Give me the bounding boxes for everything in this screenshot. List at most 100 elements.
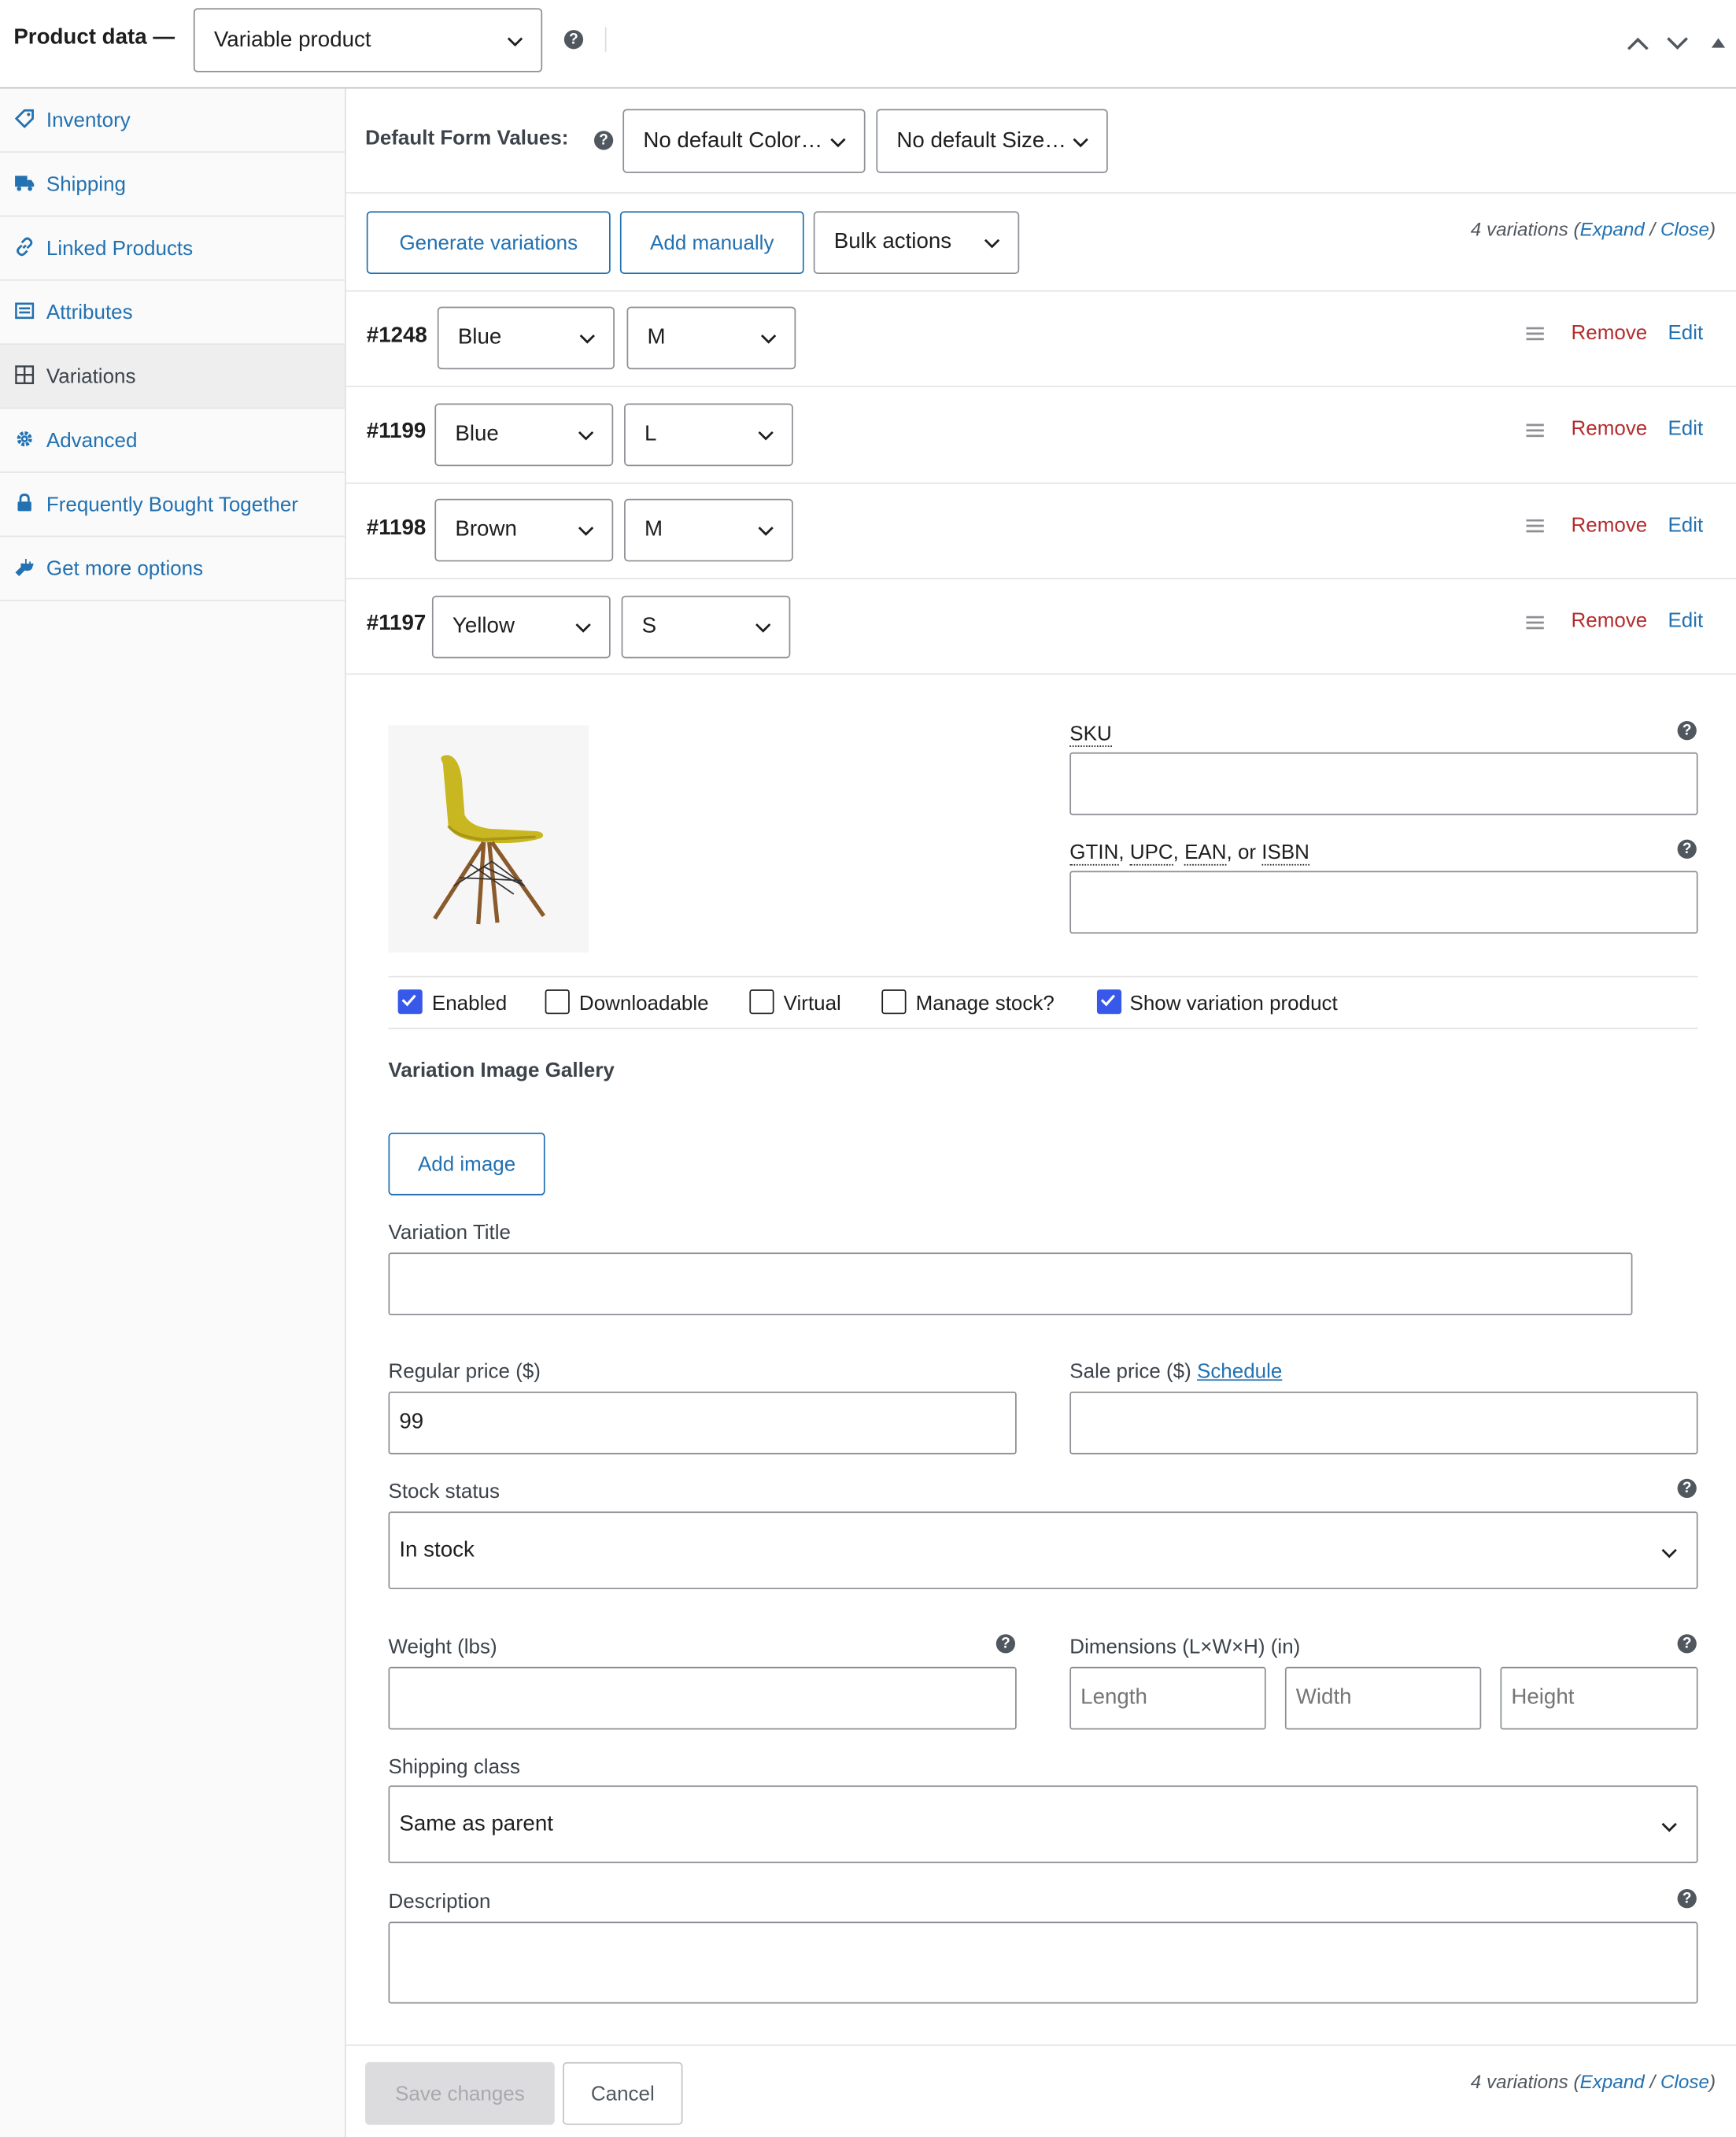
downloadable-checkbox[interactable] [545, 989, 570, 1015]
variation-size-select[interactable]: M [626, 306, 796, 370]
help-icon[interactable]: ? [563, 30, 584, 50]
width-input[interactable]: Width [1284, 1666, 1482, 1730]
help-icon[interactable]: ? [593, 131, 614, 150]
sku-label: SKU [1069, 722, 1112, 747]
separator: / [1644, 2070, 1661, 2093]
variation-title-input[interactable] [388, 1252, 1633, 1315]
help-icon[interactable]: ? [1677, 1478, 1697, 1499]
variation-size-select[interactable]: S [621, 595, 791, 659]
help-icon[interactable]: ? [1677, 1634, 1697, 1654]
shipping-class-select[interactable]: Same as parent [388, 1785, 1698, 1864]
expand-link[interactable]: Expand [1580, 218, 1645, 240]
variation-size-select[interactable]: M [624, 498, 793, 562]
variation-id: #1248 [366, 324, 427, 348]
tab-variations[interactable]: Variations [0, 345, 345, 409]
variation-color-select[interactable]: Brown [434, 498, 614, 562]
remove-link[interactable]: Remove [1572, 417, 1648, 440]
chevron-up-icon[interactable] [1626, 34, 1650, 53]
paren: ) [1708, 2070, 1716, 2093]
add-manually-button[interactable]: Add manually [619, 211, 804, 275]
add-image-button[interactable]: Add image [388, 1132, 545, 1196]
length-input[interactable]: Length [1069, 1666, 1266, 1730]
default-form-values-label: Default Form Values: [365, 127, 569, 150]
link-icon [17, 237, 33, 257]
chevron-down-icon [578, 431, 594, 441]
chevron-down-icon [578, 527, 594, 536]
tab-shipping[interactable]: Shipping [0, 153, 345, 217]
help-icon[interactable]: ? [995, 1634, 1016, 1654]
variation-size-select[interactable]: L [624, 403, 793, 467]
regular-price-input[interactable]: 99 [388, 1391, 1017, 1455]
regular-price-label: Regular price ($) [388, 1360, 541, 1384]
virtual-checkbox[interactable] [749, 989, 774, 1015]
tab-attributes[interactable]: Attributes [0, 281, 345, 346]
manage-stock-checkbox[interactable] [881, 989, 907, 1015]
product-data-title: Product data — [13, 25, 175, 50]
drag-handle-icon[interactable] [1526, 327, 1544, 341]
enabled-checkbox[interactable] [397, 989, 423, 1015]
edit-link[interactable]: Edit [1668, 322, 1703, 345]
drag-handle-icon[interactable] [1526, 423, 1544, 438]
edit-link[interactable]: Edit [1668, 514, 1703, 537]
tab-label: Attributes [46, 300, 133, 324]
help-icon[interactable]: ? [1677, 839, 1697, 859]
tag-icon [15, 109, 34, 128]
edit-link[interactable]: Edit [1668, 609, 1703, 632]
variation-color-select[interactable]: Blue [434, 403, 614, 467]
upc-abbr: UPC [1129, 841, 1173, 866]
remove-link[interactable]: Remove [1572, 609, 1648, 632]
stock-status-select[interactable]: In stock [388, 1511, 1698, 1590]
show-variation-checkbox[interactable] [1096, 989, 1122, 1015]
tab-frequently-bought-together[interactable]: Frequently Bought Together [0, 473, 345, 538]
gtin-label: GTIN, UPC, EAN, or ISBN [1069, 841, 1309, 866]
tab-get-more-options[interactable]: Get more options [0, 537, 345, 601]
save-changes-button[interactable]: Save changes [365, 2061, 555, 2125]
cancel-button[interactable]: Cancel [563, 2061, 683, 2125]
height-placeholder: Height [1511, 1685, 1575, 1710]
truck-icon [15, 176, 35, 191]
drag-handle-icon[interactable] [1526, 616, 1544, 630]
tab-advanced[interactable]: Advanced [0, 409, 345, 473]
bulk-actions-select[interactable]: Bulk actions [813, 211, 1020, 275]
grid-icon [15, 365, 35, 385]
variation-image[interactable] [388, 725, 589, 953]
close-link[interactable]: Close [1660, 2070, 1709, 2092]
chevron-down-icon [579, 334, 595, 344]
close-link[interactable]: Close [1660, 218, 1709, 240]
plugin-icon [15, 558, 34, 576]
edit-link[interactable]: Edit [1668, 417, 1703, 440]
collapse-triangle-icon[interactable] [1710, 34, 1727, 50]
expand-link[interactable]: Expand [1580, 2070, 1645, 2092]
gtin-input[interactable] [1069, 871, 1698, 934]
chevron-down-icon [1661, 1548, 1677, 1558]
weight-input[interactable] [388, 1666, 1017, 1730]
remove-link[interactable]: Remove [1572, 322, 1648, 345]
divider [345, 673, 1736, 675]
product-type-select[interactable]: Variable product [193, 8, 543, 72]
sale-price-input[interactable] [1069, 1391, 1698, 1455]
schedule-link[interactable]: Schedule [1197, 1360, 1282, 1383]
chevron-down-icon[interactable] [1665, 34, 1690, 53]
variation-color-select[interactable]: Blue [437, 306, 615, 370]
default-color-select[interactable]: No default Color… [622, 109, 866, 173]
ean-abbr: EAN [1184, 841, 1227, 866]
sale-price-text: Sale price ($) [1069, 1360, 1191, 1384]
generate-variations-button[interactable]: Generate variations [366, 211, 611, 275]
description-textarea[interactable] [388, 1921, 1698, 2004]
remove-link[interactable]: Remove [1572, 514, 1648, 537]
tab-label: Shipping [46, 172, 126, 196]
variation-size-value: M [645, 518, 663, 542]
sku-input[interactable] [1069, 752, 1698, 815]
tab-linked-products[interactable]: Linked Products [0, 216, 345, 281]
default-size-select[interactable]: No default Size… [876, 109, 1108, 173]
drag-handle-icon[interactable] [1526, 519, 1544, 533]
height-input[interactable]: Height [1500, 1666, 1698, 1730]
tab-inventory[interactable]: Inventory [0, 89, 345, 153]
sep: , [1173, 841, 1185, 864]
help-icon[interactable]: ? [1677, 1888, 1697, 1909]
help-icon[interactable]: ? [1677, 721, 1697, 741]
variations-count-bottom: 4 variations (Expand / Close) [1471, 2070, 1716, 2092]
show-variation-label: Show variation product [1129, 992, 1338, 1016]
variation-color-select[interactable]: Yellow [431, 595, 611, 659]
chevron-down-icon [760, 334, 777, 344]
